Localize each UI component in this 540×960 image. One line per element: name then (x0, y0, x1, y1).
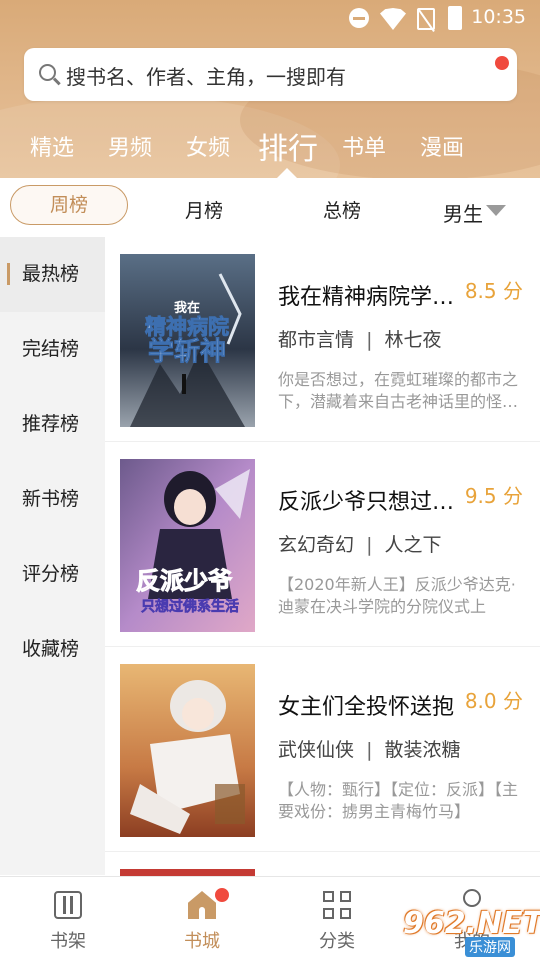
sidebar-item-rating[interactable]: 评分榜 (0, 537, 105, 612)
sidebar-item-hottest[interactable]: 最热榜 (0, 237, 105, 312)
nav-bookstore[interactable]: 书城 (152, 877, 252, 960)
no-sim-icon (417, 8, 435, 30)
book-cover[interactable] (120, 869, 255, 876)
book-item[interactable]: 女主们全投怀送抱 8.0 分 武侠仙侠 | 散装浓糖 【人物：甄行】【定位：反派… (105, 647, 540, 852)
book-title[interactable]: 我在精神病院学斩神 (278, 279, 463, 311)
book-cover[interactable] (120, 664, 255, 837)
sidebar-item-favorites[interactable]: 收藏榜 (0, 612, 105, 687)
book-description: 【人物：甄行】【定位：反派】【主要戏份：掳男主青梅竹马】 (278, 780, 519, 821)
search-placeholder: 搜书名、作者、主角，一搜即有 (66, 65, 346, 89)
nav-category[interactable]: 分类 (287, 877, 387, 960)
filter-weekly[interactable]: 周榜 (10, 185, 128, 225)
book-author: 林七夜 (384, 329, 442, 351)
book-meta: 武侠仙侠 | 散装浓糖 (278, 739, 461, 761)
tab-featured[interactable]: 精选 (30, 130, 74, 162)
book-cover[interactable]: 反派少爷 只想过佛系生活 (120, 459, 255, 632)
book-meta: 玄幻奇幻 | 人之下 (278, 534, 442, 556)
cover-title-line: 精神病院 (145, 315, 229, 339)
book-genre: 都市言情 (278, 329, 355, 351)
nav-label: 分类 (319, 931, 355, 952)
search-icon (39, 64, 56, 81)
notification-dot (495, 56, 509, 70)
period-filter-bar: 周榜 月榜 总榜 男生 (0, 178, 540, 236)
cover-title-line: 学斩神 (148, 336, 226, 367)
nav-label: 书架 (50, 931, 86, 952)
notification-badge (215, 888, 229, 902)
watermark-logo: 962.NET 乐游网 (403, 906, 540, 957)
book-item[interactable]: 反派少爷 只想过佛系生活 反派少爷只想过佛系生活 9.5 分 玄幻奇幻 | 人之… (105, 442, 540, 647)
nav-bookshelf[interactable]: 书架 (18, 877, 118, 960)
book-description: 【2020年新人王】反派少爷达克·迪蒙在决斗学院的分院仪式上 (278, 575, 516, 616)
sidebar-item-recommended[interactable]: 推荐榜 (0, 387, 105, 462)
tab-booklist[interactable]: 书单 (342, 130, 386, 162)
book-score: 8.5 分 (464, 279, 523, 303)
search-bar[interactable]: 搜书名、作者、主角，一搜即有 (24, 48, 517, 101)
sidebar-item-new[interactable]: 新书榜 (0, 462, 105, 537)
bookshelf-icon (54, 891, 82, 919)
book-item[interactable] (105, 852, 540, 876)
book-score: 9.5 分 (464, 484, 523, 508)
profile-icon (463, 889, 481, 907)
status-time: 10:35 (471, 6, 526, 28)
cover-title-line: 只想过佛系生活 (141, 598, 239, 615)
book-author: 人之下 (384, 534, 442, 556)
nav-label: 书城 (184, 931, 220, 952)
cover-title-line: 反派少爷 (136, 567, 233, 595)
status-bar: 10:35 (0, 0, 540, 36)
book-cover[interactable]: 我在 精神病院 学斩神 (120, 254, 255, 427)
do-not-disturb-icon (349, 8, 369, 28)
watermark-main: 962.NET (403, 906, 540, 941)
top-tabs: 精选 男频 女频 排行 书单 漫画 (0, 122, 540, 172)
gender-filter[interactable]: 男生 (443, 198, 483, 227)
book-genre: 玄幻奇幻 (278, 534, 355, 556)
tab-comics[interactable]: 漫画 (420, 130, 464, 162)
book-meta: 都市言情 | 林七夜 (278, 329, 442, 351)
ranking-sidebar: 最热榜 完结榜 推荐榜 新书榜 评分榜 收藏榜 (0, 237, 105, 875)
battery-icon (448, 6, 462, 30)
header-background: 10:35 搜书名、作者、主角，一搜即有 精选 男频 女频 排行 书单 漫画 (0, 0, 540, 178)
filter-monthly[interactable]: 月榜 (185, 196, 223, 223)
book-title[interactable]: 反派少爷只想过佛系生活 (278, 484, 463, 516)
sidebar-item-completed[interactable]: 完结榜 (0, 312, 105, 387)
home-icon (188, 891, 216, 919)
book-genre: 武侠仙侠 (278, 739, 355, 761)
chevron-down-icon[interactable] (486, 205, 506, 216)
active-tab-indicator (277, 168, 297, 178)
watermark-sub: 乐游网 (465, 937, 515, 957)
tab-male[interactable]: 男频 (108, 130, 152, 162)
tab-female[interactable]: 女频 (186, 130, 230, 162)
book-title[interactable]: 女主们全投怀送抱 (278, 689, 463, 721)
wifi-icon (380, 8, 406, 30)
tab-ranking[interactable]: 排行 (258, 124, 318, 168)
book-author: 散装浓糖 (384, 739, 461, 761)
book-score: 8.0 分 (464, 689, 523, 713)
filter-total[interactable]: 总榜 (323, 196, 361, 223)
cover-title-line: 我在 (174, 300, 200, 316)
book-description: 你是否想过，在霓虹璀璨的都市之下，潜藏着来自古老神话里的怪物？ (278, 370, 519, 411)
category-icon (323, 891, 351, 919)
book-item[interactable]: 我在 精神病院 学斩神 我在精神病院学斩神 8.5 分 都市言情 | 林七夜 你… (105, 237, 540, 442)
